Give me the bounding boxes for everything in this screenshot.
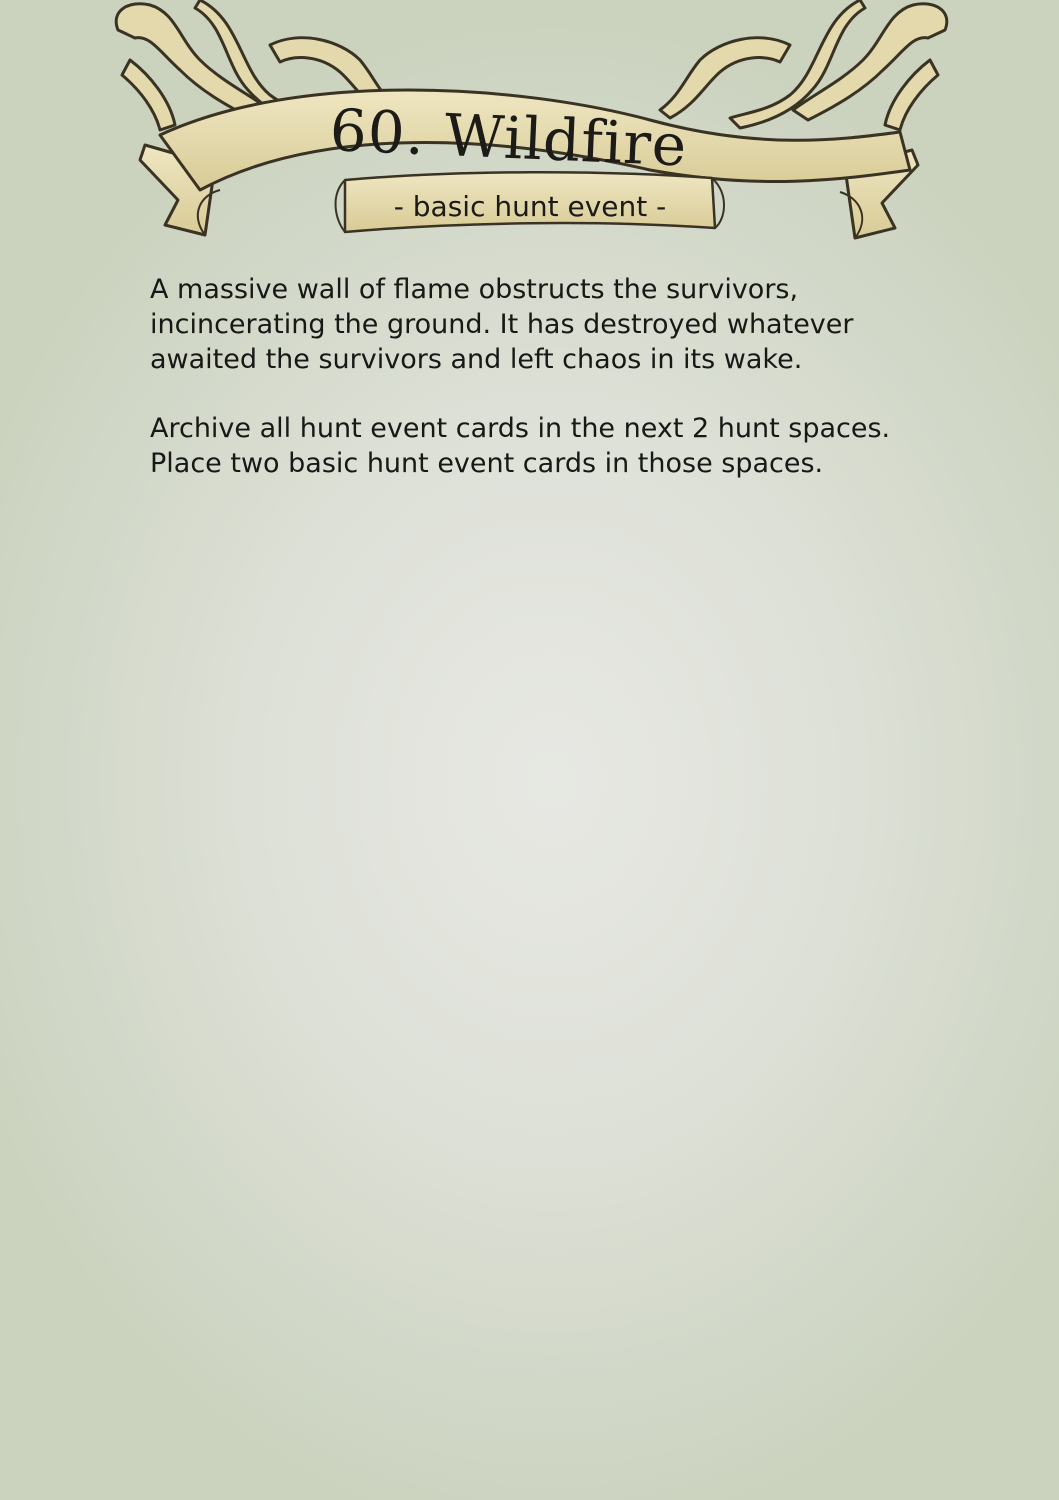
rules-paragraph: Archive all hunt event cards in the next… (150, 413, 891, 479)
title-banner: 60. Wildfire - basic hunt event - (0, 0, 1059, 250)
card-page: 60. Wildfire - basic hunt event - A mass… (0, 0, 1059, 1500)
card-subtitle: - basic hunt event - (393, 190, 667, 223)
card-body: A massive wall of flame obstructs the su… (150, 272, 930, 515)
flavor-paragraph: A massive wall of flame obstructs the su… (150, 274, 854, 375)
